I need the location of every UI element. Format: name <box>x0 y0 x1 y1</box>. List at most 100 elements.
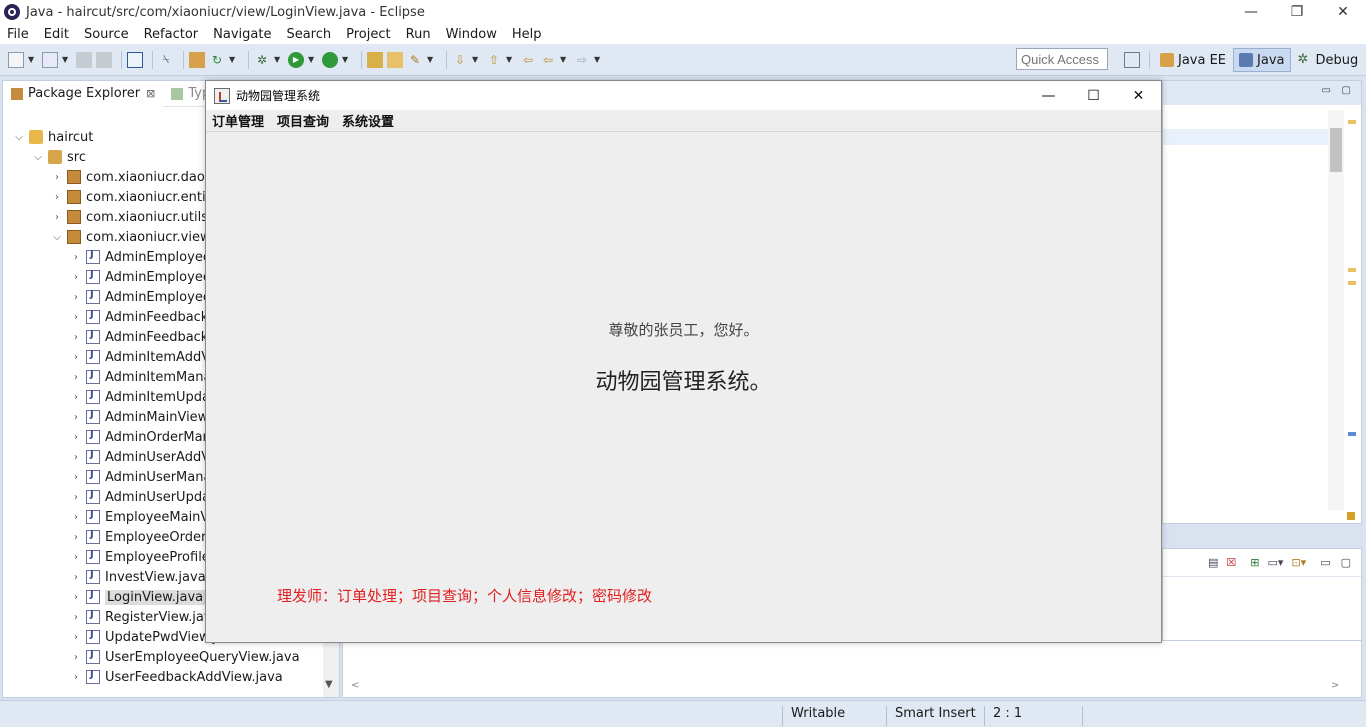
outline-toolbar-icon[interactable]: ▭▾ <box>1268 556 1284 569</box>
chevron-right-icon[interactable]: › <box>70 532 82 543</box>
perspective-java-ee[interactable]: Java EE <box>1155 48 1231 72</box>
menu-order-management[interactable]: 订单管理 <box>212 111 264 130</box>
open-project-icon[interactable] <box>367 51 383 68</box>
editor-scrollbar-thumb[interactable] <box>1330 128 1342 172</box>
open-type-icon[interactable] <box>189 51 205 68</box>
pencil-dropdown-icon[interactable]: ▼ <box>427 55 435 64</box>
warning-marker[interactable] <box>1348 120 1356 124</box>
scroll-left-icon[interactable]: < <box>351 680 359 691</box>
chevron-right-icon[interactable]: › <box>70 572 82 583</box>
chevron-right-icon[interactable]: › <box>70 352 82 363</box>
chevron-right-icon[interactable]: › <box>70 412 82 423</box>
eclipse-restore-button[interactable]: ❐ <box>1274 0 1320 24</box>
previous-annotation-icon[interactable]: ⇧ <box>486 52 502 68</box>
open-perspective-icon[interactable] <box>1124 52 1140 68</box>
chevron-right-icon[interactable]: › <box>70 652 82 663</box>
run-dropdown-icon[interactable]: ▼ <box>308 55 316 64</box>
chevron-right-icon[interactable]: › <box>70 272 82 283</box>
next-annotation-dropdown-icon[interactable]: ▼ <box>472 55 480 64</box>
menu-help[interactable]: Help <box>512 27 542 42</box>
new-type-dropdown-icon[interactable]: ▼ <box>62 55 70 64</box>
editor-vertical-scrollbar[interactable] <box>1328 110 1344 510</box>
chevron-right-icon[interactable]: › <box>70 612 82 623</box>
back-icon[interactable]: ⇦ <box>540 52 556 68</box>
menu-window[interactable]: Window <box>446 27 497 42</box>
eclipse-close-button[interactable]: ✕ <box>1320 0 1366 24</box>
app-close-button[interactable]: ✕ <box>1116 81 1161 110</box>
menu-project[interactable]: Project <box>346 27 390 42</box>
external-tools-dropdown-icon[interactable]: ▼ <box>342 55 350 64</box>
open-folder-icon[interactable] <box>387 51 403 68</box>
tab-package-explorer[interactable]: Package Explorer ⊠ <box>3 81 164 107</box>
previous-annotation-dropdown-icon[interactable]: ▼ <box>506 55 514 64</box>
chevron-right-icon[interactable]: › <box>70 432 82 443</box>
quick-access-input[interactable] <box>1016 48 1108 70</box>
eclipse-minimize-button[interactable]: — <box>1228 0 1274 24</box>
maximize-view-icon[interactable]: ▢ <box>1342 85 1351 96</box>
tree-item[interactable]: › UserFeedbackAddView.java <box>3 667 323 687</box>
chevron-down-icon[interactable]: ⌵ <box>13 132 25 143</box>
menu-refactor[interactable]: Refactor <box>144 27 199 42</box>
menu-source[interactable]: Source <box>84 27 129 42</box>
horizontal-scrollbar[interactable]: < > <box>345 680 1345 694</box>
new-dropdown-icon[interactable]: ▼ <box>28 55 36 64</box>
chevron-right-icon[interactable]: › <box>70 472 82 483</box>
new-type-icon[interactable] <box>42 51 58 68</box>
refresh-icon[interactable]: ↻ <box>209 52 225 68</box>
menu-file[interactable]: File <box>7 27 29 42</box>
minimize-view-icon[interactable]: ▭ <box>1322 85 1331 96</box>
chevron-right-icon[interactable]: › <box>51 172 63 183</box>
outline-toolbar-icon[interactable]: ▤ <box>1208 556 1218 569</box>
warning-marker[interactable] <box>1348 268 1356 272</box>
chevron-right-icon[interactable]: › <box>70 492 82 503</box>
maximize-view-icon[interactable]: ▢ <box>1341 556 1351 569</box>
chevron-right-icon[interactable]: › <box>70 392 82 403</box>
debug-icon[interactable]: ✲ <box>254 52 270 68</box>
chevron-down-icon[interactable]: ⌵ <box>51 232 63 243</box>
chevron-right-icon[interactable]: › <box>70 592 82 603</box>
menu-search[interactable]: Search <box>286 27 331 42</box>
minimize-view-icon[interactable]: ▭ <box>1320 556 1330 569</box>
outline-toolbar-icon[interactable]: ☒ <box>1226 556 1236 569</box>
outline-toolbar-icon[interactable]: ⊡▾ <box>1291 556 1306 569</box>
app-minimize-button[interactable]: — <box>1026 81 1071 110</box>
menu-navigate[interactable]: Navigate <box>213 27 271 42</box>
scroll-down-icon[interactable]: ▼ <box>325 679 333 690</box>
menu-run[interactable]: Run <box>406 27 431 42</box>
last-edit-icon[interactable]: ⇦ <box>520 52 536 68</box>
chevron-right-icon[interactable]: › <box>51 212 63 223</box>
run-icon[interactable]: ▶ <box>288 51 304 68</box>
forward-icon[interactable]: ⇨ <box>574 52 590 68</box>
chevron-right-icon[interactable]: › <box>70 372 82 383</box>
outline-toolbar-icon[interactable]: ⊞ <box>1250 556 1259 569</box>
external-tools-icon[interactable] <box>322 51 338 68</box>
chevron-right-icon[interactable]: › <box>70 292 82 303</box>
chevron-right-icon[interactable]: › <box>70 552 82 563</box>
save-all-icon[interactable] <box>96 51 112 68</box>
chevron-right-icon[interactable]: › <box>70 312 82 323</box>
chevron-right-icon[interactable]: › <box>70 512 82 523</box>
terminal-icon[interactable] <box>127 51 143 68</box>
chevron-right-icon[interactable]: › <box>70 632 82 643</box>
save-icon[interactable] <box>76 51 92 68</box>
search-marker[interactable] <box>1348 432 1356 436</box>
warning-marker[interactable] <box>1348 281 1356 285</box>
menu-system-settings[interactable]: 系统设置 <box>342 111 394 130</box>
next-annotation-icon[interactable]: ⇩ <box>452 52 468 68</box>
perspective-java[interactable]: Java <box>1233 48 1291 72</box>
chevron-right-icon[interactable]: › <box>70 672 82 683</box>
close-tab-icon[interactable]: ⊠ <box>146 87 155 100</box>
chevron-right-icon[interactable]: › <box>70 332 82 343</box>
back-dropdown-icon[interactable]: ▼ <box>560 55 568 64</box>
new-icon[interactable] <box>8 51 24 68</box>
pencil-icon[interactable]: ✎ <box>407 52 423 68</box>
perspective-debug[interactable]: ✲ Debug <box>1293 48 1364 72</box>
app-maximize-button[interactable]: ☐ <box>1071 81 1116 110</box>
menu-edit[interactable]: Edit <box>44 27 69 42</box>
debug-dropdown-icon[interactable]: ▼ <box>274 55 282 64</box>
skip-breakpoints-icon[interactable]: ⍀ <box>158 52 174 68</box>
scroll-right-icon[interactable]: > <box>1331 680 1339 691</box>
refresh-dropdown-icon[interactable]: ▼ <box>229 55 237 64</box>
chevron-right-icon[interactable]: › <box>70 252 82 263</box>
chevron-right-icon[interactable]: › <box>70 452 82 463</box>
